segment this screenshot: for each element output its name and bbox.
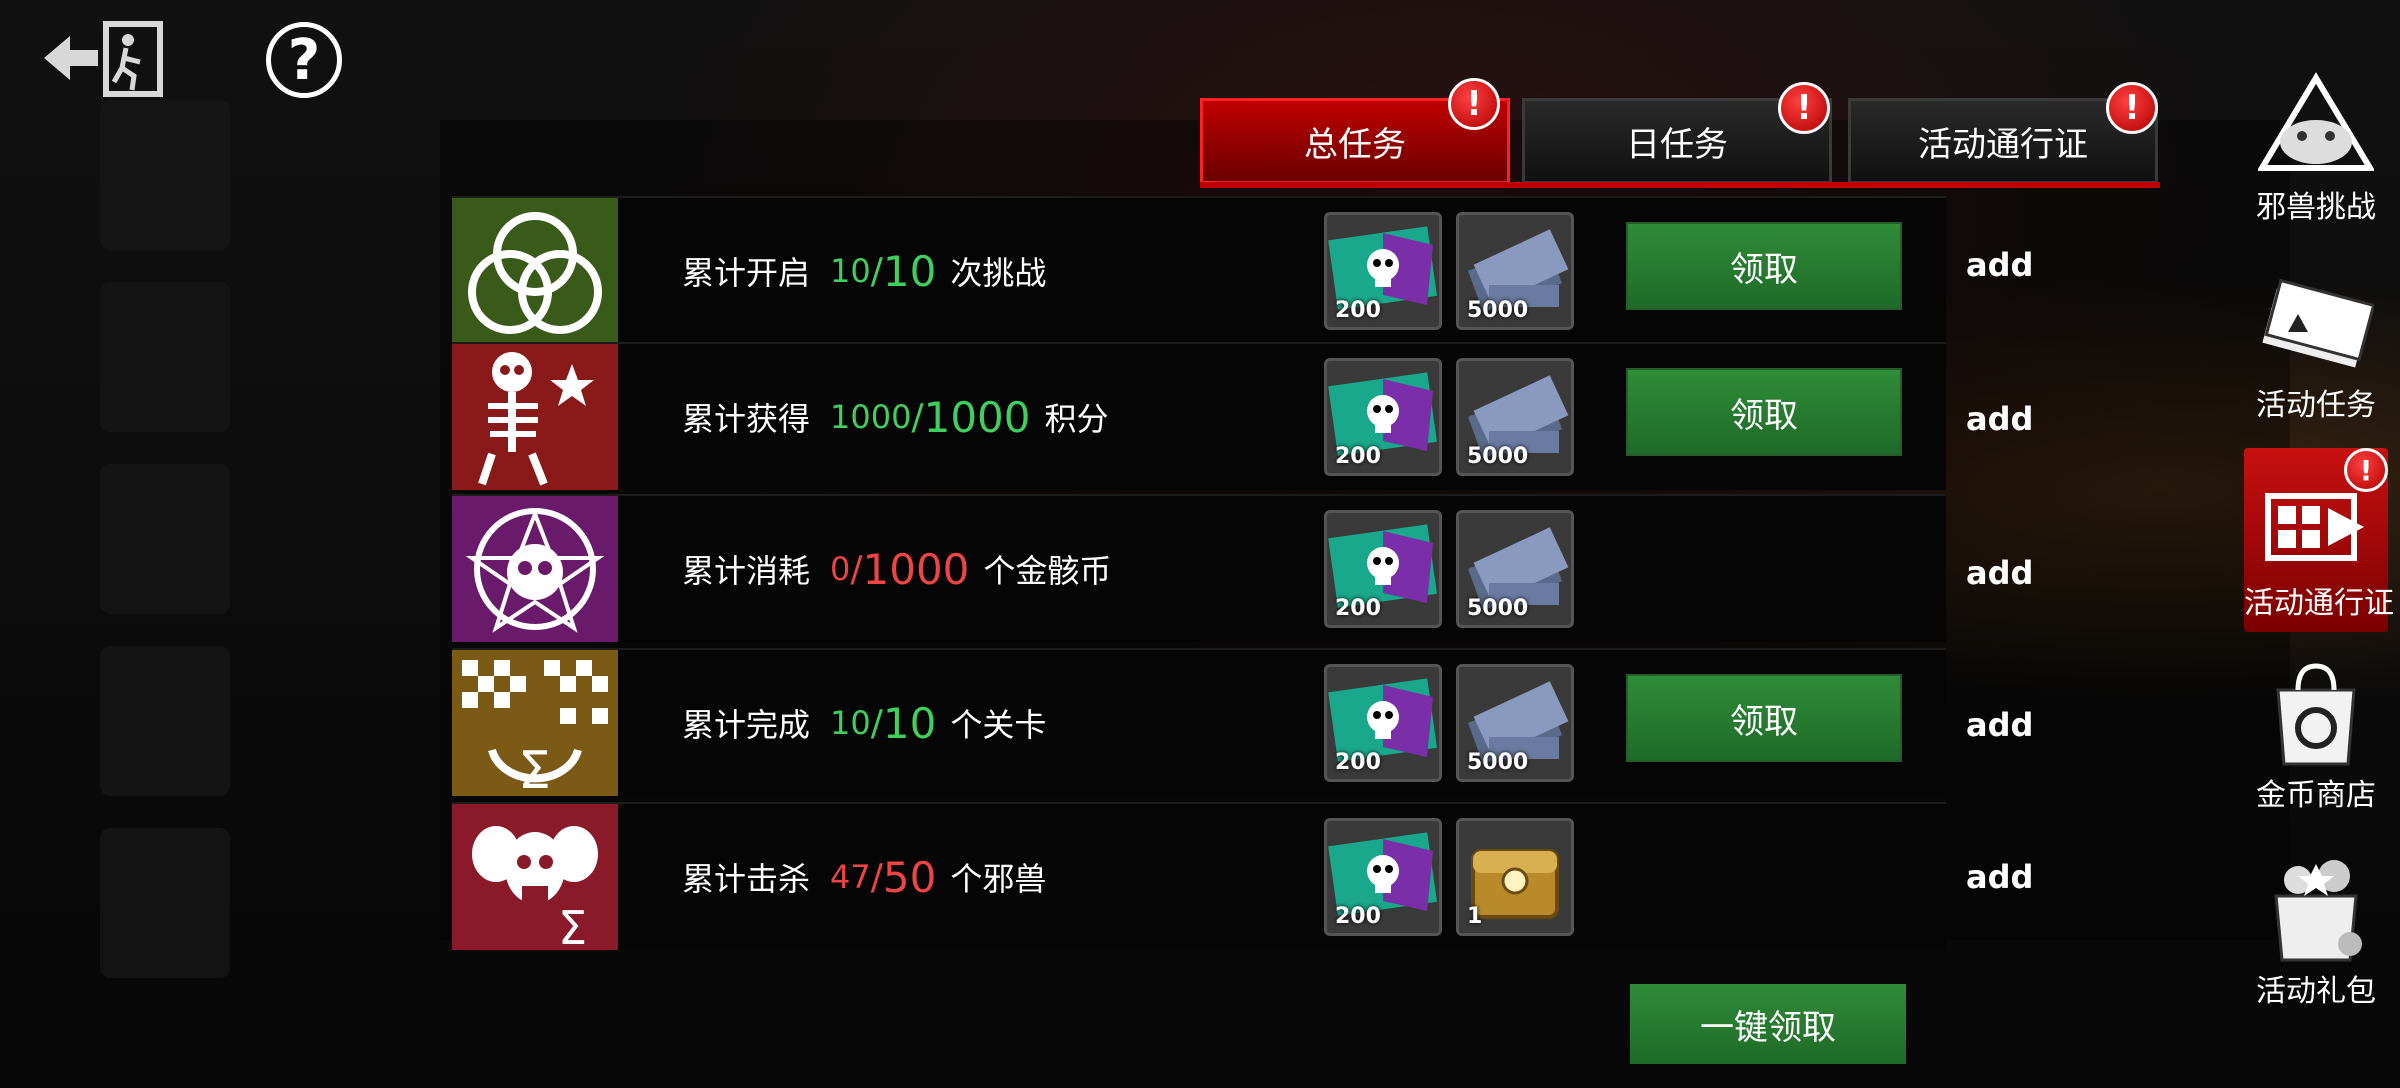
claim-all-button[interactable]: 一键领取 [1630,984,1906,1064]
reward-skull-ticket[interactable]: 200 [1324,664,1442,782]
task-progress-current: 47 [830,858,871,896]
reward-cash[interactable]: 5000 [1456,664,1574,782]
claim-button[interactable]: 领取 [1626,222,1902,310]
help-button[interactable]: ? [266,22,342,98]
reward-count: 5000 [1467,596,1529,621]
reward-cash[interactable]: 5000 [1456,510,1574,628]
claim-all-label: 一键领取 [1700,1007,1836,1048]
nav-label: 活动礼包 [2256,974,2376,1009]
task-text: 累计获得 1000/1000 积分 [682,392,1109,442]
claim-button[interactable]: 领取 [1626,368,1902,456]
reward-count: 200 [1335,750,1381,775]
task-row: Σ 累计完成 10/10 个关卡 200 5000 领取 [452,648,1946,796]
add-label[interactable]: add [1966,400,2033,438]
claim-button[interactable]: 领取 [1626,674,1902,762]
reward-skull-ticket[interactable]: 200 [1324,358,1442,476]
reward-count: 200 [1335,904,1381,929]
tab-alert-icon: ! [1778,82,1830,134]
add-label[interactable]: add [1966,554,2033,592]
nav-event-gift[interactable]: 活动礼包 [2244,856,2388,1026]
nav-label: 邪兽挑战 [2256,190,2376,225]
task-progress-total: 1000 [923,392,1031,442]
task-progress-total: 50 [882,852,937,902]
claim-label: 领取 [1730,395,1798,436]
task-prefix: 累计获得 [682,400,811,438]
reward-count: 1 [1467,904,1483,929]
nav-gold-shop[interactable]: 金币商店 [2244,660,2388,830]
nav-event-pass[interactable]: 活动通行证 ! [2244,448,2394,632]
back-exit-button[interactable] [36,18,166,98]
ticket-icon [2262,278,2374,368]
nav-alert-icon: ! [2344,448,2388,492]
add-label[interactable]: add [1966,706,2033,744]
tab-alert-icon: ! [1448,78,1500,130]
claim-label: 领取 [1730,249,1798,290]
shopping-bag-icon [2276,663,2356,766]
task-progress-current: 1000 [830,398,912,436]
task-prefix: 累计击杀 [682,860,811,898]
tab-alert-icon: ! [2106,82,2158,134]
nav-label: 金币商店 [2256,778,2376,813]
task-text: 累计完成 10/10 个关卡 [682,698,1047,748]
task-progress-current: 10 [830,252,871,290]
pass-card-icon [2265,493,2364,561]
tab-label: 日任务 [1626,124,1728,165]
gift-bag-icon [2274,860,2362,962]
tab-label: 总任务 [1304,124,1406,165]
task-row: 累计开启 10/10 次挑战 200 5000 领取 [452,196,1946,344]
reward-gold-chest[interactable]: 1 [1456,818,1574,936]
skull-trio-icon: Σ [452,804,618,950]
reward-skull-ticket[interactable]: 200 [1324,510,1442,628]
skeleton-icon [452,344,618,490]
task-row: Σ 累计击杀 47/50 个邪兽 200 1 [452,802,1946,950]
task-row: 累计消耗 0/1000 个金骸币 200 5000 [452,494,1946,642]
question-icon: ? [287,27,321,93]
task-suffix: 个邪兽 [950,860,1047,898]
task-progress-current: 0 [830,550,851,588]
task-progress-total: 10 [882,246,937,296]
tabs-underline [1200,182,2160,188]
task-text: 累计开启 10/10 次挑战 [682,246,1047,296]
reward-count: 5000 [1467,444,1529,469]
reward-count: 5000 [1467,298,1529,323]
task-progress-current: 10 [830,704,871,742]
task-prefix: 累计开启 [682,254,811,292]
task-row: 累计获得 1000/1000 积分 200 5000 领取 [452,342,1946,490]
add-label[interactable]: add [1966,246,2033,284]
nav-label: 活动通行证 [2244,586,2394,621]
checkered-flags-icon: Σ [452,650,618,796]
beast-challenge-icon [2258,72,2374,171]
reward-count: 200 [1335,298,1381,323]
task-text: 累计击杀 47/50 个邪兽 [682,852,1047,902]
task-suffix: 次挑战 [950,254,1047,292]
task-progress-total: 1000 [862,544,970,594]
tab-label: 活动通行证 [1918,124,2088,165]
task-text: 累计消耗 0/1000 个金骸币 [682,544,1112,594]
reward-count: 200 [1335,596,1381,621]
task-progress-total: 10 [882,698,937,748]
background-sidebar [100,100,240,1040]
triple-rings-icon [452,198,618,344]
claim-label: 领取 [1730,701,1798,742]
svg-text:Σ: Σ [558,901,587,950]
reward-skull-ticket[interactable]: 200 [1324,212,1442,330]
nav-event-tasks[interactable]: 活动任务 [2244,270,2388,440]
reward-skull-ticket[interactable]: 200 [1324,818,1442,936]
reward-cash[interactable]: 5000 [1456,358,1574,476]
nav-label: 活动任务 [2256,388,2376,423]
svg-text:Σ: Σ [518,741,551,796]
nav-beast-challenge[interactable]: 邪兽挑战 [2244,72,2388,242]
task-prefix: 累计消耗 [682,552,811,590]
reward-count: 5000 [1467,750,1529,775]
reward-cash[interactable]: 5000 [1456,212,1574,330]
task-prefix: 累计完成 [682,706,811,744]
reward-count: 200 [1335,444,1381,469]
skull-pentagram-icon [452,496,618,642]
task-suffix: 个关卡 [950,706,1047,744]
task-suffix: 积分 [1044,400,1109,438]
add-label[interactable]: add [1966,858,2033,896]
task-suffix: 个金骸币 [983,552,1112,590]
exit-arrow-icon [44,21,163,97]
